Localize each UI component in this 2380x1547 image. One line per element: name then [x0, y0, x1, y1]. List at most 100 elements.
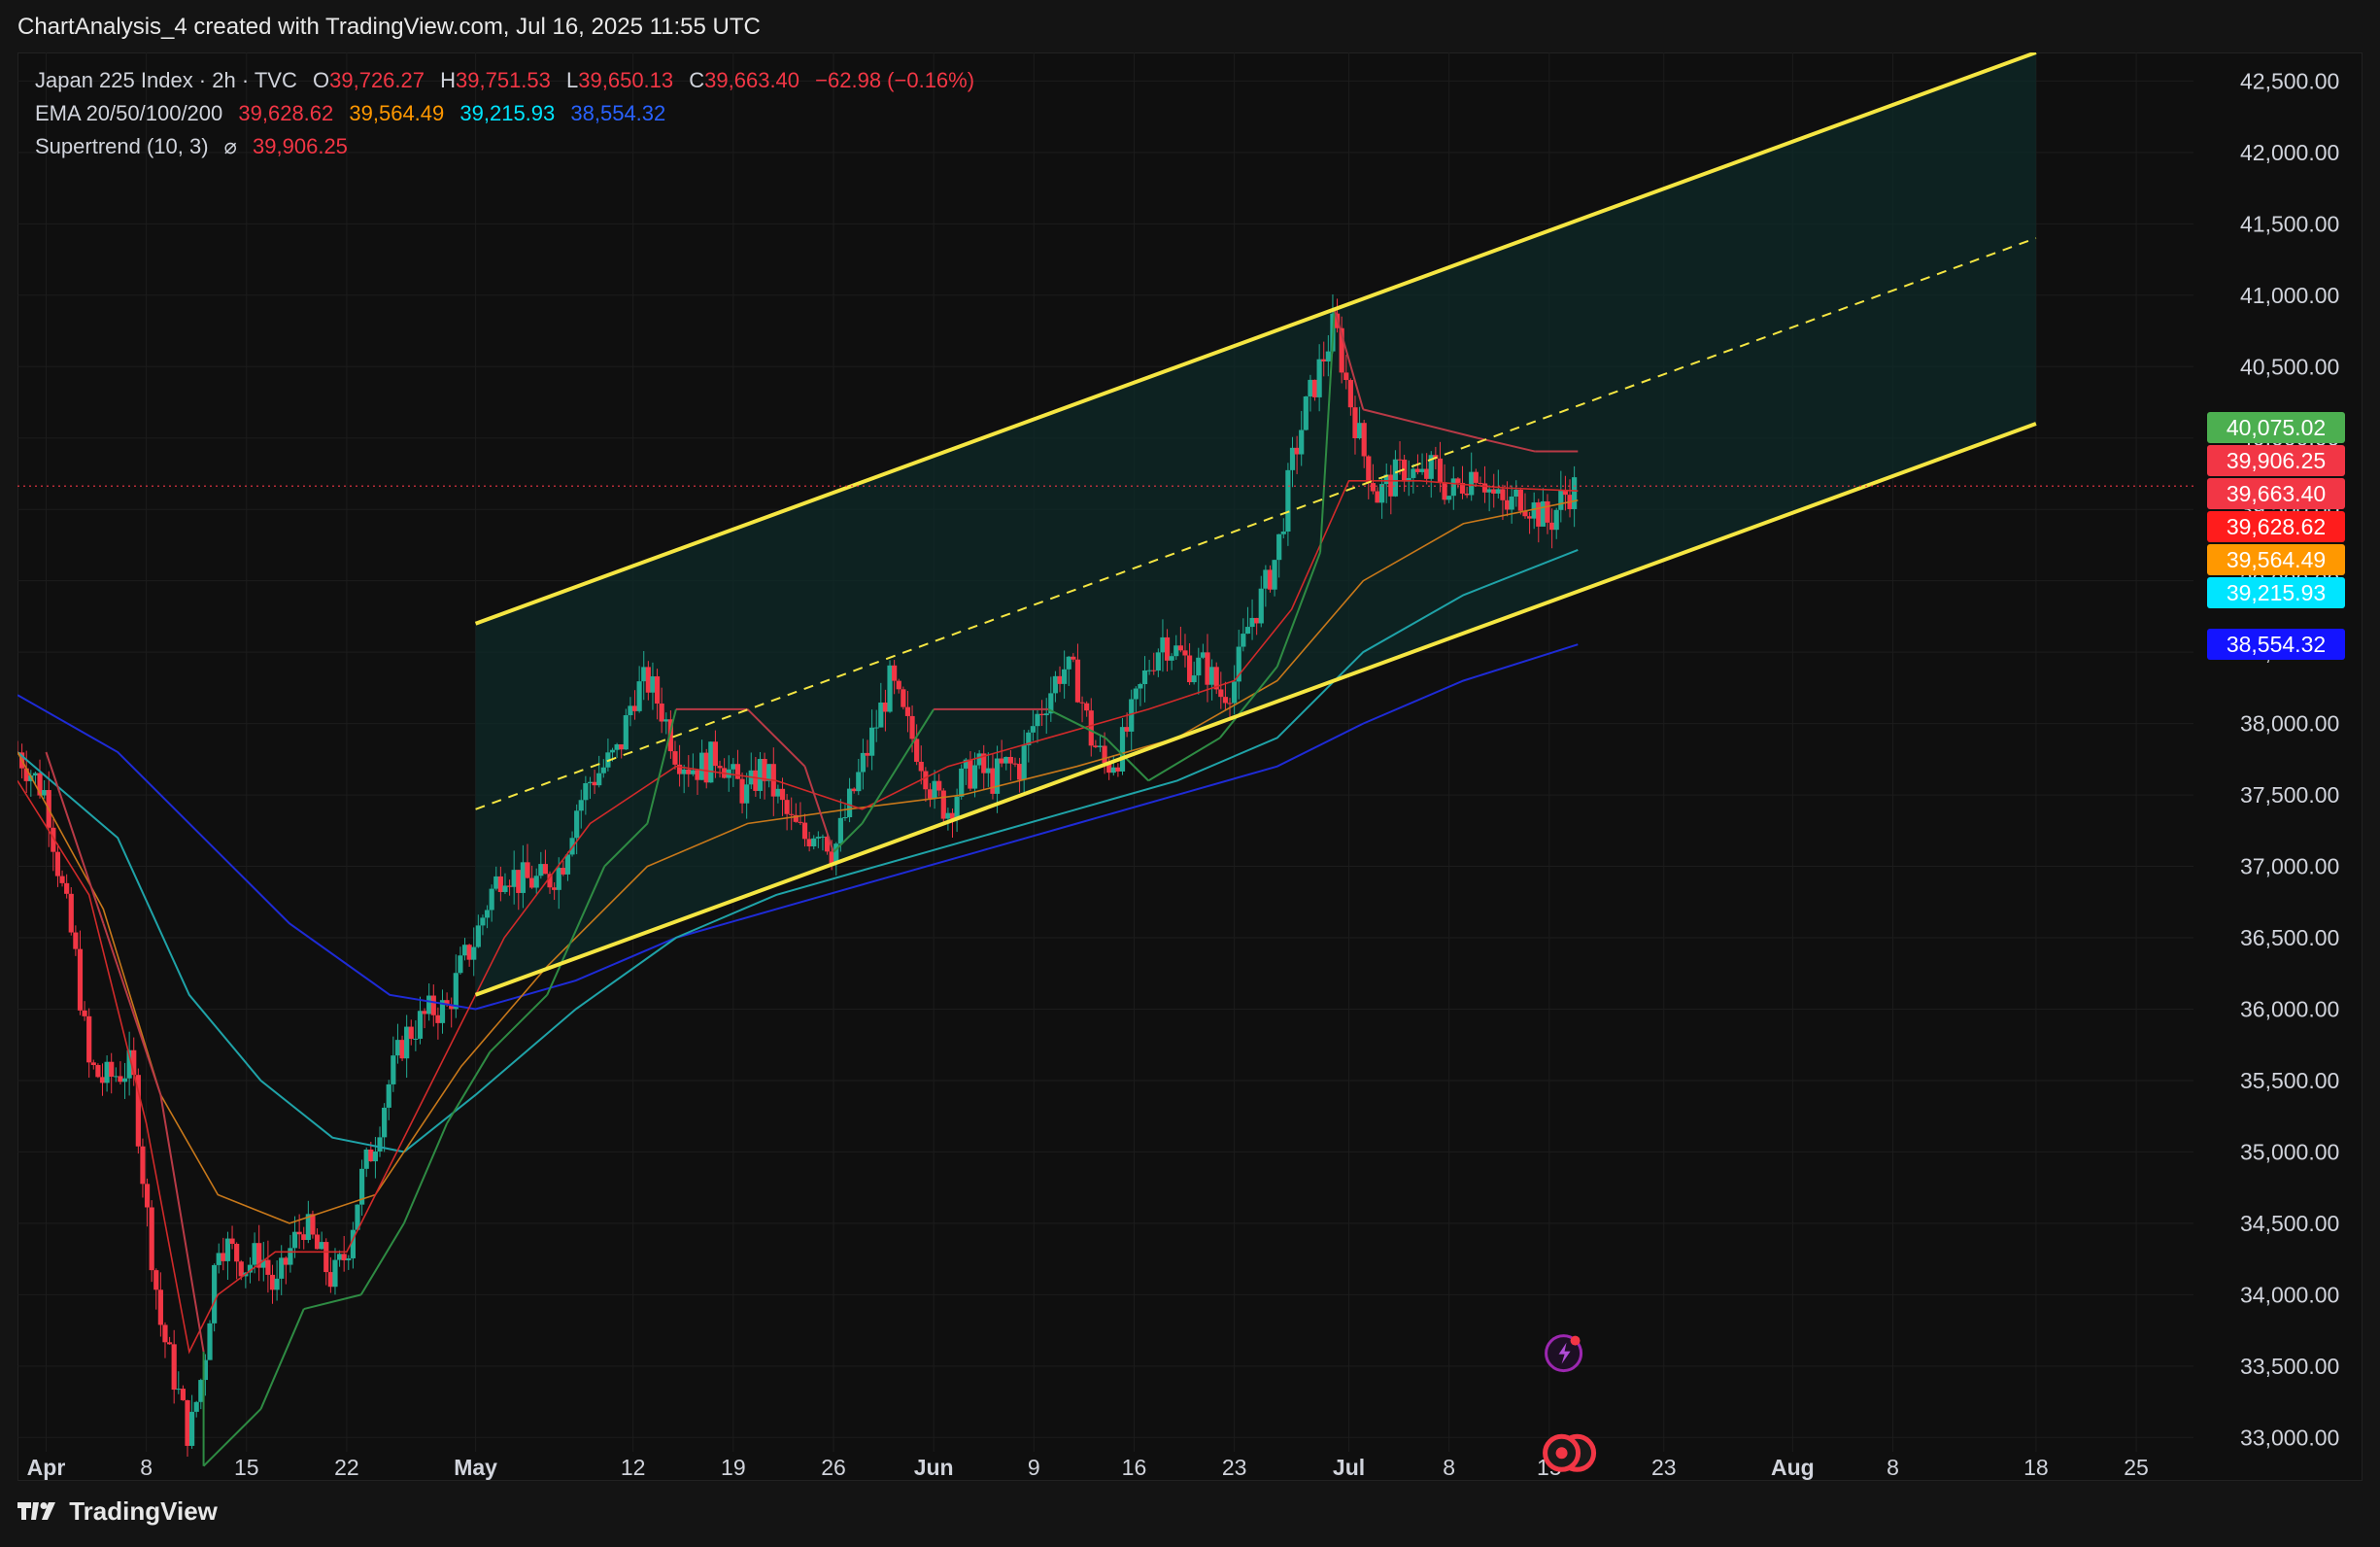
candle-body	[1169, 656, 1174, 661]
candle-body	[1540, 500, 1546, 527]
candle-body	[1343, 372, 1349, 381]
x-tick-label: 12	[621, 1455, 646, 1480]
candle-body	[461, 945, 468, 956]
candle-body	[1057, 675, 1063, 684]
candle-body	[1119, 727, 1126, 772]
candle-body	[480, 917, 486, 926]
candle-body	[837, 817, 843, 844]
candle-body	[600, 767, 606, 774]
candle-body	[1469, 471, 1475, 496]
candle-body	[176, 1389, 182, 1391]
candle-body	[269, 1274, 276, 1290]
legend-ema100: 39,215.93	[459, 101, 556, 125]
candle-body	[739, 778, 745, 804]
candle-body	[291, 1231, 298, 1249]
candle-body	[1074, 659, 1081, 703]
candle-body	[484, 910, 491, 918]
candle-body	[820, 836, 826, 838]
candle-body	[1222, 697, 1229, 704]
legend-ema20: 39,628.62	[238, 101, 334, 125]
legend-high: H39,751.53	[440, 68, 551, 92]
candle-body	[1209, 667, 1215, 685]
legend-supertrend-value: 39,906.25	[253, 134, 348, 158]
candle-body	[1392, 459, 1399, 497]
candle-body	[959, 768, 965, 797]
supertrend-segment	[303, 1293, 361, 1311]
candle-body	[430, 995, 436, 1015]
candle-body	[529, 877, 535, 888]
candle-body	[1303, 395, 1309, 430]
candle-body	[1325, 351, 1331, 361]
candle-body	[193, 1401, 199, 1412]
candle-body	[64, 882, 70, 894]
candle-body	[408, 1026, 414, 1040]
candle-body	[985, 768, 991, 774]
candle-body	[583, 783, 589, 801]
candle-body	[224, 1238, 231, 1261]
candle-body	[927, 789, 934, 799]
candlestick-chart[interactable]: 33,000.00 33,500.00 34,000.00 34,500.00 35,0…	[17, 52, 2361, 1481]
candle-body	[1232, 681, 1238, 704]
y-tick-label: 36,000.00	[2240, 996, 2339, 1021]
x-tick-label: 8	[1443, 1455, 1455, 1480]
candle-body	[1289, 447, 1296, 470]
candle-body	[368, 1149, 374, 1162]
candle-body	[229, 1238, 235, 1244]
candle-body	[628, 705, 633, 716]
candle-body	[901, 689, 906, 707]
candle-body	[976, 753, 982, 766]
candle-body	[779, 788, 786, 801]
candle-body	[856, 772, 862, 792]
candle-body	[1267, 569, 1274, 590]
candle-body	[121, 1078, 128, 1083]
candle-body	[1205, 652, 1210, 685]
candle-body	[453, 973, 459, 1010]
legend-supertrend-label: Supertrend (10, 3)	[35, 134, 209, 158]
x-tick-label: 25	[2124, 1455, 2149, 1480]
candle-body	[552, 887, 558, 890]
candle-body	[149, 1207, 154, 1271]
candle-body	[936, 780, 942, 791]
x-tick-label: 8	[1887, 1455, 1899, 1480]
candle-body	[592, 781, 597, 786]
candle-body	[1558, 490, 1564, 510]
chart-header-title: ChartAnalysis_4 created with TradingView…	[17, 14, 761, 40]
candle-body	[185, 1399, 190, 1446]
candle-body	[1446, 496, 1452, 500]
candle-body	[561, 868, 566, 875]
candle-body	[207, 1323, 213, 1360]
candle-body	[1052, 675, 1059, 694]
candle-body	[923, 771, 929, 790]
candle-body	[1411, 468, 1416, 478]
candle-body	[1012, 763, 1018, 765]
candle-body	[1003, 756, 1009, 764]
candle-body	[497, 876, 503, 892]
candle-body	[336, 1254, 343, 1260]
candle-body	[865, 752, 870, 756]
candle-body	[1464, 493, 1470, 496]
candle-body	[86, 1015, 92, 1063]
candle-body	[73, 932, 79, 949]
candle-body	[288, 1248, 293, 1265]
candle-body	[1007, 756, 1013, 764]
candle-body	[636, 681, 642, 711]
y-tick-label: 34,500.00	[2240, 1211, 2339, 1236]
y-tick-label: 37,000.00	[2240, 854, 2339, 879]
supertrend-segment	[359, 1222, 405, 1295]
x-tick-label: 18	[2023, 1455, 2049, 1480]
candle-body	[1509, 497, 1514, 510]
candle-body	[1553, 509, 1559, 531]
candle-body	[82, 1010, 87, 1016]
candle-body	[1531, 502, 1537, 519]
candle-body	[712, 741, 719, 767]
candle-body	[672, 751, 678, 765]
candle-body	[784, 800, 790, 814]
candle-body	[140, 1146, 146, 1185]
candle-body	[659, 704, 664, 722]
tradingview-logo-icon	[17, 1498, 56, 1529]
candle-body	[399, 1040, 405, 1059]
candle-body	[1177, 645, 1183, 651]
candle-body	[1272, 560, 1277, 590]
x-tick-label: 22	[334, 1455, 359, 1480]
candle-body	[574, 810, 580, 839]
